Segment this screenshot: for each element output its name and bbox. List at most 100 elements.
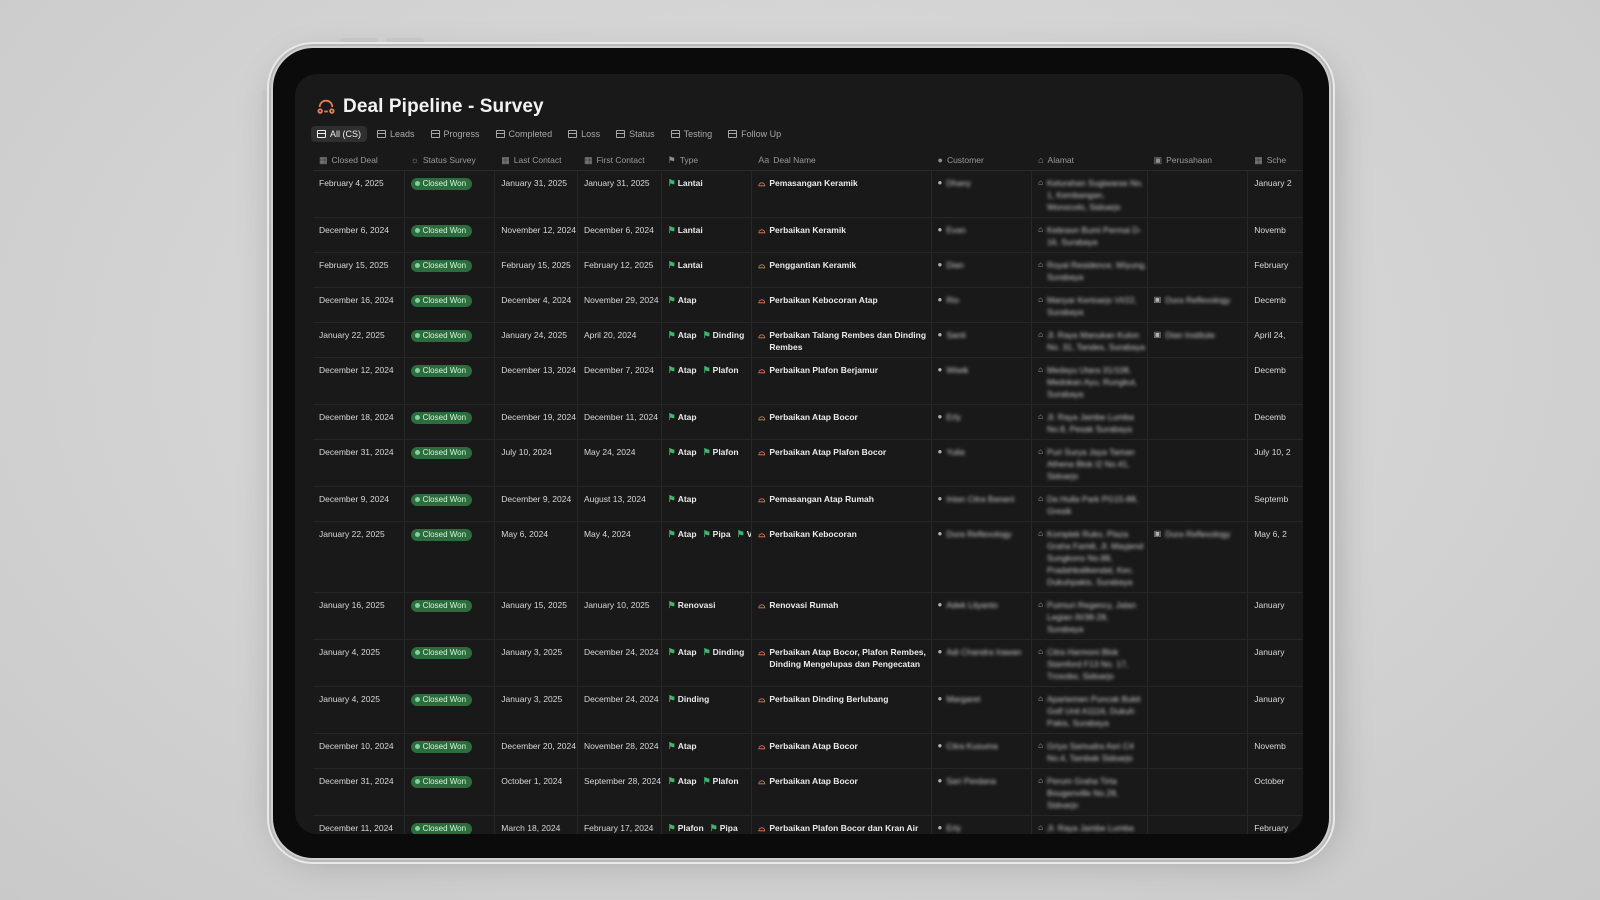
table-row[interactable]: January 4, 2025 Closed Won January 3, 2025… [313, 687, 1303, 734]
type-tag[interactable]: ⚑ Lantai [668, 259, 703, 271]
tab-all-cs[interactable]: All (CS) [311, 126, 367, 142]
deal-name[interactable]: ⌓ Perbaikan Atap Bocor, Plafon Rembes, Di… [758, 646, 930, 670]
type-tag[interactable]: ⚑ Atap [668, 294, 697, 306]
deal-name-cell[interactable]: ⌓ Renovasi Rumah [752, 593, 932, 639]
company[interactable]: ▣ Dian Institute [1154, 329, 1248, 341]
type-tag[interactable]: ⚑ Plafon [703, 775, 739, 787]
status-badge[interactable]: Closed Won [410, 294, 473, 307]
column-header[interactable]: ▦ Closed Deal [313, 155, 405, 166]
type-tag[interactable]: ⚑ Atap [668, 740, 697, 752]
table-row[interactable]: December 11, 2024 Closed Won March 18, 202… [313, 816, 1303, 834]
deal-name-cell[interactable]: ⌓ Perbaikan Dinding Berlubang [752, 687, 932, 733]
type-tag[interactable]: ⚑ Atap [668, 329, 697, 341]
customer[interactable]: ● Erly [938, 411, 1032, 423]
type-tag[interactable]: ⚑ Atap [668, 364, 697, 376]
column-header[interactable]: ▣ Perusahaan [1148, 155, 1249, 166]
customer[interactable]: ● Evan [938, 224, 1032, 236]
customer[interactable]: ● Adek Lityanto [938, 599, 1032, 611]
deal-name-cell[interactable]: ⌓ Perbaikan Keramik [752, 218, 932, 252]
deal-name[interactable]: ⌓ Perbaikan Atap Plafon Bocor [758, 446, 930, 458]
deal-name-cell[interactable]: ⌓ Perbaikan Atap Bocor [752, 405, 932, 439]
deal-name[interactable]: ⌓ Perbaikan Atap Bocor [758, 740, 930, 752]
column-header[interactable]: Aa Deal Name [752, 155, 931, 165]
status-badge[interactable]: Closed Won [410, 364, 473, 377]
table-row[interactable]: December 10, 2024 Closed Won December 20, … [313, 734, 1303, 769]
deal-name-cell[interactable]: ⌓ Perbaikan Kebocoran [752, 522, 932, 592]
deal-name-cell[interactable]: ⌓ Perbaikan Atap Bocor [752, 769, 932, 815]
type-tag[interactable]: ⚑ Dinding [703, 329, 745, 341]
type-tag[interactable]: ⚑ Plafon [703, 364, 739, 376]
customer[interactable]: ● Adi Chandra Irawan [938, 646, 1032, 658]
deal-name-cell[interactable]: ⌓ Perbaikan Plafon Berjamur [752, 358, 932, 404]
tab-testing[interactable]: Testing [665, 126, 719, 142]
tab-loss[interactable]: Loss [562, 126, 606, 142]
deal-name[interactable]: ⌓ Perbaikan Atap Bocor [758, 411, 930, 423]
status-badge[interactable]: Closed Won [410, 528, 473, 541]
status-badge[interactable]: Closed Won [410, 259, 473, 272]
type-tag[interactable]: ⚑ Dinding [668, 693, 710, 705]
deal-name[interactable]: ⌓ Perbaikan Dinding Berlubang [758, 693, 930, 705]
deal-name[interactable]: ⌓ Perbaikan Keramik [758, 224, 930, 236]
type-tag[interactable]: ⚑ Atap [668, 646, 697, 658]
customer[interactable]: ● Dian [938, 259, 1032, 271]
deal-name-cell[interactable]: ⌓ Perbaikan Talang Rembes dan Dinding Rem… [752, 323, 932, 357]
deal-name-cell[interactable]: ⌓ Perbaikan Atap Bocor, Plafon Rembes, Di… [752, 640, 932, 686]
type-tag[interactable]: ⚑ Dinding [703, 646, 745, 658]
table-row[interactable]: December 31, 2024 Closed Won October 1, 20… [313, 769, 1303, 816]
type-tag[interactable]: ⚑ V [737, 528, 752, 540]
table-row[interactable]: December 18, 2024 Closed Won December 19, … [313, 405, 1303, 440]
deal-name[interactable]: ⌓ Pemasangan Atap Rumah [758, 493, 930, 505]
tab-completed[interactable]: Completed [490, 126, 559, 142]
deal-name[interactable]: ⌓ Penggantian Keramik [758, 259, 930, 271]
status-badge[interactable]: Closed Won [410, 493, 473, 506]
deal-name-cell[interactable]: ⌓ Perbaikan Atap Bocor [752, 734, 932, 768]
deal-name[interactable]: ⌓ Perbaikan Plafon Bocor dan Kran Air [758, 822, 930, 834]
deal-name-cell[interactable]: ⌓ Penggantian Keramik [752, 253, 932, 287]
type-tag[interactable]: ⚑ Renovasi [668, 599, 716, 611]
customer[interactable]: ● Yulia [938, 446, 1032, 458]
type-tag[interactable]: ⚑ Pipa [703, 528, 731, 540]
deal-name[interactable]: ⌓ Perbaikan Plafon Berjamur [758, 364, 930, 376]
status-badge[interactable]: Closed Won [410, 646, 473, 659]
deal-name[interactable]: ⌓ Perbaikan Kebocoran [758, 528, 930, 540]
column-header[interactable]: ☼ Status Survey [405, 155, 496, 165]
type-tag[interactable]: ⚑ Atap [668, 493, 697, 505]
deal-name-cell[interactable]: ⌓ Perbaikan Plafon Bocor dan Kran Air [752, 816, 932, 834]
column-header[interactable]: ▦ First Contact [578, 155, 662, 166]
deal-name-cell[interactable]: ⌓ Pemasangan Atap Rumah [752, 487, 932, 521]
customer[interactable]: ● Dura Reflexology [938, 528, 1032, 540]
table-row[interactable]: January 22, 2025 Closed Won January 24, 20… [313, 323, 1303, 358]
type-tag[interactable]: ⚑ Lantai [668, 224, 703, 236]
customer[interactable]: ● Wiwik [938, 364, 1032, 376]
customer[interactable]: ● Santi [938, 329, 1032, 341]
tab-progress[interactable]: Progress [425, 126, 486, 142]
type-tag[interactable]: ⚑ Atap [668, 528, 697, 540]
table-row[interactable]: December 12, 2024 Closed Won December 13, … [313, 358, 1303, 405]
table-row[interactable]: February 15, 2025 Closed Won February 15, … [313, 253, 1303, 288]
deal-name-cell[interactable]: ⌓ Perbaikan Kebocoran Atap [752, 288, 932, 322]
tab-leads[interactable]: Leads [371, 126, 421, 142]
type-tag[interactable]: ⚑ Plafon [668, 822, 704, 834]
status-badge[interactable]: Closed Won [410, 599, 473, 612]
status-badge[interactable]: Closed Won [410, 177, 473, 190]
table-row[interactable]: December 6, 2024 Closed Won November 12, 2… [313, 218, 1303, 253]
table-row[interactable]: December 16, 2024 Closed Won December 4, 2… [313, 288, 1303, 323]
table-row[interactable]: January 4, 2025 Closed Won January 3, 2025… [313, 640, 1303, 687]
customer[interactable]: ● Margaret [938, 693, 1032, 705]
status-badge[interactable]: Closed Won [410, 411, 473, 424]
column-header[interactable]: ⚑ Type [662, 155, 753, 166]
table-row[interactable]: December 31, 2024 Closed Won July 10, 2024… [313, 440, 1303, 487]
customer[interactable]: ● Erly [938, 822, 1032, 834]
table-row[interactable]: February 4, 2025 Closed Won January 31, 20… [313, 171, 1303, 218]
status-badge[interactable]: Closed Won [410, 329, 473, 342]
type-tag[interactable]: ⚑ Pipa [710, 822, 738, 834]
tab-status[interactable]: Status [610, 126, 661, 142]
company[interactable]: ▣ Dura Reflexology [1154, 294, 1248, 306]
column-header[interactable]: ● Customer [932, 155, 1033, 165]
status-badge[interactable]: Closed Won [410, 693, 473, 706]
customer[interactable]: ● Intan Citra Banani [938, 493, 1032, 505]
column-header[interactable]: ▦ Last Contact [495, 155, 578, 166]
status-badge[interactable]: Closed Won [410, 775, 473, 788]
table-row[interactable]: January 16, 2025 Closed Won January 15, 20… [313, 593, 1303, 640]
deal-name[interactable]: ⌓ Perbaikan Kebocoran Atap [758, 294, 930, 306]
